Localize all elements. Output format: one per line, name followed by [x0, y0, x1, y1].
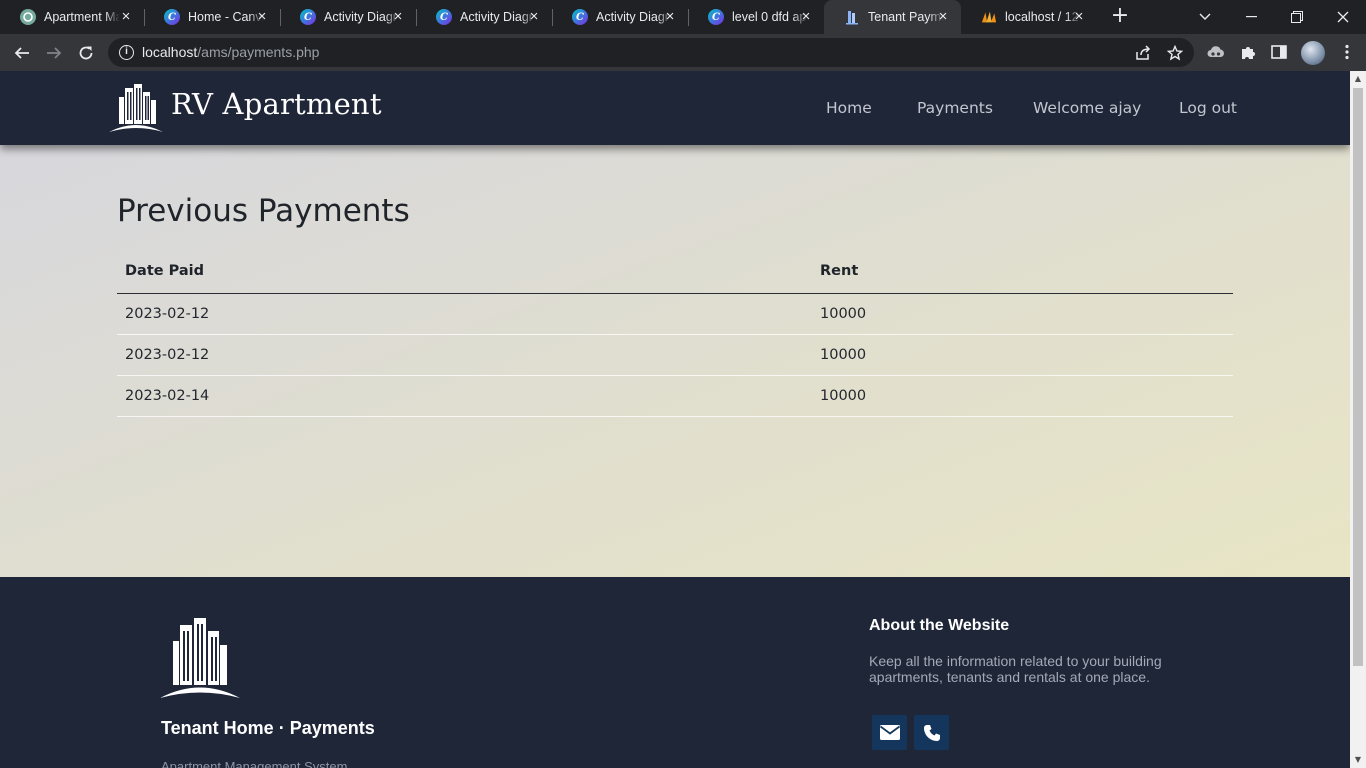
phone-button[interactable]	[914, 715, 949, 750]
nav-welcome-link[interactable]: Welcome ajay	[1033, 99, 1141, 117]
url-path: /ams/payments.php	[197, 44, 320, 60]
cell-date: 2023-02-12	[125, 306, 210, 322]
browser-tab[interactable]: C Activity Diagr ×	[416, 0, 553, 34]
cell-rent: 10000	[820, 347, 867, 363]
canva-icon: C	[436, 9, 452, 25]
close-tab-icon[interactable]: ×	[798, 9, 814, 25]
nav-logout-link[interactable]: Log out	[1179, 99, 1237, 117]
building-icon	[844, 9, 860, 25]
scroll-down-arrow-icon[interactable]: ▼	[1350, 752, 1366, 768]
tab-title: level 0 dfd ap	[732, 10, 807, 24]
browser-tab[interactable]: C Activity Diagr ×	[552, 0, 689, 34]
close-tab-icon[interactable]: ×	[254, 9, 270, 25]
restore-button[interactable]	[1274, 0, 1320, 34]
nav-payments-link[interactable]: Payments	[917, 99, 993, 117]
url-host: localhost	[142, 44, 198, 60]
profile-avatar[interactable]	[1301, 41, 1325, 65]
brand-name[interactable]: RV Apartment	[171, 87, 382, 121]
reload-icon[interactable]	[73, 40, 99, 66]
tab-title: Tenant Payme	[868, 10, 944, 24]
chatgpt-icon	[20, 9, 36, 25]
share-icon[interactable]	[1134, 44, 1152, 62]
minimize-button[interactable]	[1228, 0, 1274, 34]
page-scrollbar[interactable]: ▲ ▼	[1350, 71, 1366, 768]
about-title: About the Website	[869, 617, 1010, 634]
footer-payments-link[interactable]: Payments	[290, 718, 375, 738]
close-tab-icon[interactable]: ×	[662, 9, 678, 25]
page-viewport: RV Apartment Home Payments Welcome ajay …	[0, 71, 1350, 768]
scrollbar-thumb[interactable]	[1353, 88, 1363, 666]
nav-home-link[interactable]: Home	[826, 99, 872, 117]
url-text[interactable]: localhost/ams/payments.php	[142, 44, 319, 60]
cell-date: 2023-02-14	[125, 388, 210, 404]
browser-tab[interactable]: C level 0 dfd ap ×	[688, 0, 824, 34]
browser-tab[interactable]: C Home - Canva ×	[144, 0, 281, 34]
close-window-button[interactable]	[1320, 0, 1366, 34]
close-tab-icon[interactable]: ×	[935, 9, 951, 25]
scroll-up-arrow-icon[interactable]: ▲	[1350, 71, 1366, 87]
close-tab-icon[interactable]: ×	[1071, 9, 1087, 25]
column-header-date: Date Paid	[125, 263, 205, 279]
canva-icon: C	[572, 9, 588, 25]
footer-separator: ·	[278, 718, 285, 738]
cell-date: 2023-02-12	[125, 347, 210, 363]
browser-tab-active[interactable]: Tenant Payme ×	[824, 0, 961, 34]
tab-title: Activity Diagr	[596, 10, 669, 24]
table-row: 2023-02-12 10000	[117, 294, 1233, 335]
browser-tab[interactable]: Apartment Ma ×	[0, 0, 145, 34]
site-info-icon[interactable]: i	[119, 45, 134, 60]
tab-title: Apartment Ma	[44, 10, 120, 24]
canva-icon: C	[164, 9, 180, 25]
cell-rent: 10000	[820, 388, 867, 404]
about-text: Keep all the information related to your…	[869, 653, 1162, 685]
back-arrow-icon[interactable]	[9, 40, 35, 66]
footer-home-link[interactable]: Tenant Home	[161, 718, 274, 738]
chrome-menu-icon[interactable]	[1337, 42, 1357, 62]
table-row: 2023-02-14 10000	[117, 376, 1233, 417]
footer-subtitle: Apartment Management System	[161, 759, 348, 768]
tab-title: Activity Diagr	[460, 10, 533, 24]
address-bar[interactable]: i localhost/ams/payments.php	[108, 38, 1194, 67]
phpmyadmin-icon	[981, 9, 997, 25]
footer-links: Tenant Home · Payments	[161, 718, 375, 739]
canva-icon: C	[300, 9, 316, 25]
tab-title: localhost / 12	[1005, 10, 1079, 24]
extension-cloud-icon[interactable]	[1206, 42, 1226, 62]
email-button[interactable]	[872, 715, 907, 750]
site-footer: Tenant Home · Payments Apartment Managem…	[0, 577, 1350, 768]
site-navbar: RV Apartment Home Payments Welcome ajay …	[0, 71, 1350, 145]
envelope-icon	[879, 725, 900, 740]
building-logo-icon	[160, 618, 240, 698]
canva-icon: C	[708, 9, 724, 25]
column-header-rent: Rent	[820, 263, 859, 279]
extensions-puzzle-icon[interactable]	[1238, 42, 1258, 62]
tab-search-icon[interactable]	[1182, 0, 1228, 34]
close-tab-icon[interactable]: ×	[526, 9, 542, 25]
tab-title: Home - Canva	[188, 10, 264, 24]
close-tab-icon[interactable]: ×	[118, 9, 134, 25]
building-logo-icon[interactable]	[108, 83, 164, 133]
side-panel-icon[interactable]	[1269, 42, 1289, 62]
phone-icon	[923, 724, 940, 741]
browser-tab[interactable]: C Activity Diagr ×	[280, 0, 417, 34]
bookmark-star-icon[interactable]	[1166, 44, 1184, 62]
page-title: Previous Payments	[117, 193, 410, 229]
tab-title: Activity Diagr	[324, 10, 397, 24]
browser-tab[interactable]: localhost / 12 ×	[961, 0, 1097, 34]
new-tab-button[interactable]: +	[1108, 5, 1132, 29]
cell-rent: 10000	[820, 306, 867, 322]
browser-tabstrip: Apartment Ma × C Home - Canva × C Activi…	[0, 0, 1366, 34]
browser-toolbar: i localhost/ams/payments.php	[0, 34, 1366, 71]
forward-arrow-icon[interactable]	[41, 40, 67, 66]
table-row: 2023-02-12 10000	[117, 335, 1233, 376]
close-tab-icon[interactable]: ×	[390, 9, 406, 25]
